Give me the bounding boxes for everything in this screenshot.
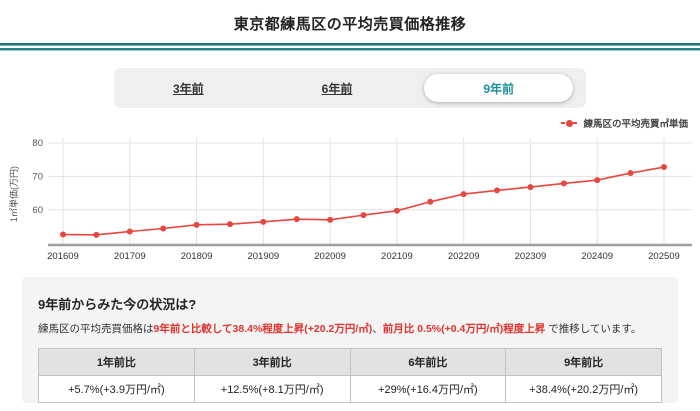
summary-text-prefix: 練馬区の平均売買価格は bbox=[38, 323, 154, 335]
table-value-cell: +38.4%(+20.2万円/㎡) bbox=[505, 374, 662, 403]
page-title: 東京都練馬区の平均売買価格推移 bbox=[233, 16, 467, 33]
svg-text:60: 60 bbox=[32, 205, 43, 216]
comparison-table-value-row: +5.7%(+3.9万円/㎡) +12.5%(+8.1万円/㎡) +29%(+16.… bbox=[38, 374, 662, 403]
comparison-table-header-row: 1年前比 3年前比 6年前比 9年前比 bbox=[38, 347, 662, 376]
table-header-cell: 1年前比 bbox=[38, 347, 195, 376]
svg-text:70: 70 bbox=[32, 171, 43, 182]
svg-text:202109: 202109 bbox=[381, 251, 413, 262]
svg-text:201909: 201909 bbox=[247, 251, 279, 262]
summary-heading: 9年前からみた今の状況は? bbox=[38, 297, 197, 312]
comparison-table: 1年前比 3年前比 6年前比 9年前比 +5.7%(+3.9万円/㎡) +12.5%(+… bbox=[38, 347, 662, 403]
summary-separator: 、 bbox=[372, 323, 383, 335]
svg-text:201709: 201709 bbox=[114, 251, 146, 262]
page-header: 東京都練馬区の平均売買価格推移 bbox=[0, 0, 700, 51]
period-tab-bar: 3年前 6年前 9年前 bbox=[114, 68, 586, 108]
svg-text:201609: 201609 bbox=[47, 251, 79, 262]
table-value-cell: +29%(+16.4万円/㎡) bbox=[349, 374, 507, 403]
table-header-cell: 6年前比 bbox=[349, 347, 507, 376]
tab-period-9年前[interactable]: 9年前 bbox=[424, 74, 574, 102]
svg-text:1㎡単価(万円): 1㎡単価(万円) bbox=[8, 166, 19, 222]
legend-label: 練馬区の平均売買㎡単価 bbox=[583, 119, 688, 130]
table-value-cell: +12.5%(+8.1万円/㎡) bbox=[193, 374, 351, 403]
tab-label: 9年前 bbox=[483, 81, 515, 96]
tab-period-6年前[interactable]: 6年前 bbox=[263, 68, 412, 108]
svg-text:202309: 202309 bbox=[515, 251, 547, 262]
table-header-cell: 9年前比 bbox=[505, 347, 662, 376]
svg-text:202009: 202009 bbox=[314, 251, 346, 262]
svg-text:202209: 202209 bbox=[448, 251, 480, 262]
summary-highlight-month: 前月比 0.5%(+0.4万円/㎡)程度上昇 bbox=[382, 323, 546, 335]
chart-legend: 練馬区の平均売買㎡単価 bbox=[0, 116, 688, 130]
summary-text: 練馬区の平均売買価格は9年前と比較して38.4%程度上昇(+20.2万円/㎡)、… bbox=[38, 322, 662, 337]
summary-panel: 9年前からみた今の状況は? 練馬区の平均売買価格は9年前と比較して38.4%程度… bbox=[22, 277, 678, 403]
price-trend-line-chart: 60 70 80 201609 201709 201809 201909 202009 2021… bbox=[8, 138, 692, 262]
tab-period-3年前[interactable]: 3年前 bbox=[114, 68, 263, 108]
summary-text-suffix: で推移しています。 bbox=[545, 323, 642, 335]
tab-label: 3年前 bbox=[172, 81, 204, 96]
line-series-marker-icon bbox=[561, 119, 579, 127]
table-value-cell: +5.7%(+3.9万円/㎡) bbox=[38, 374, 195, 403]
title-divider bbox=[0, 43, 700, 51]
svg-text:80: 80 bbox=[32, 138, 43, 149]
tab-label: 6年前 bbox=[321, 81, 353, 96]
summary-highlight-9y: 9年前と比較して38.4%程度上昇(+20.2万円/㎡) bbox=[153, 323, 373, 335]
svg-text:202509: 202509 bbox=[648, 251, 680, 262]
svg-text:201809: 201809 bbox=[181, 251, 213, 262]
table-header-cell: 3年前比 bbox=[193, 347, 351, 376]
svg-text:202409: 202409 bbox=[581, 251, 613, 262]
